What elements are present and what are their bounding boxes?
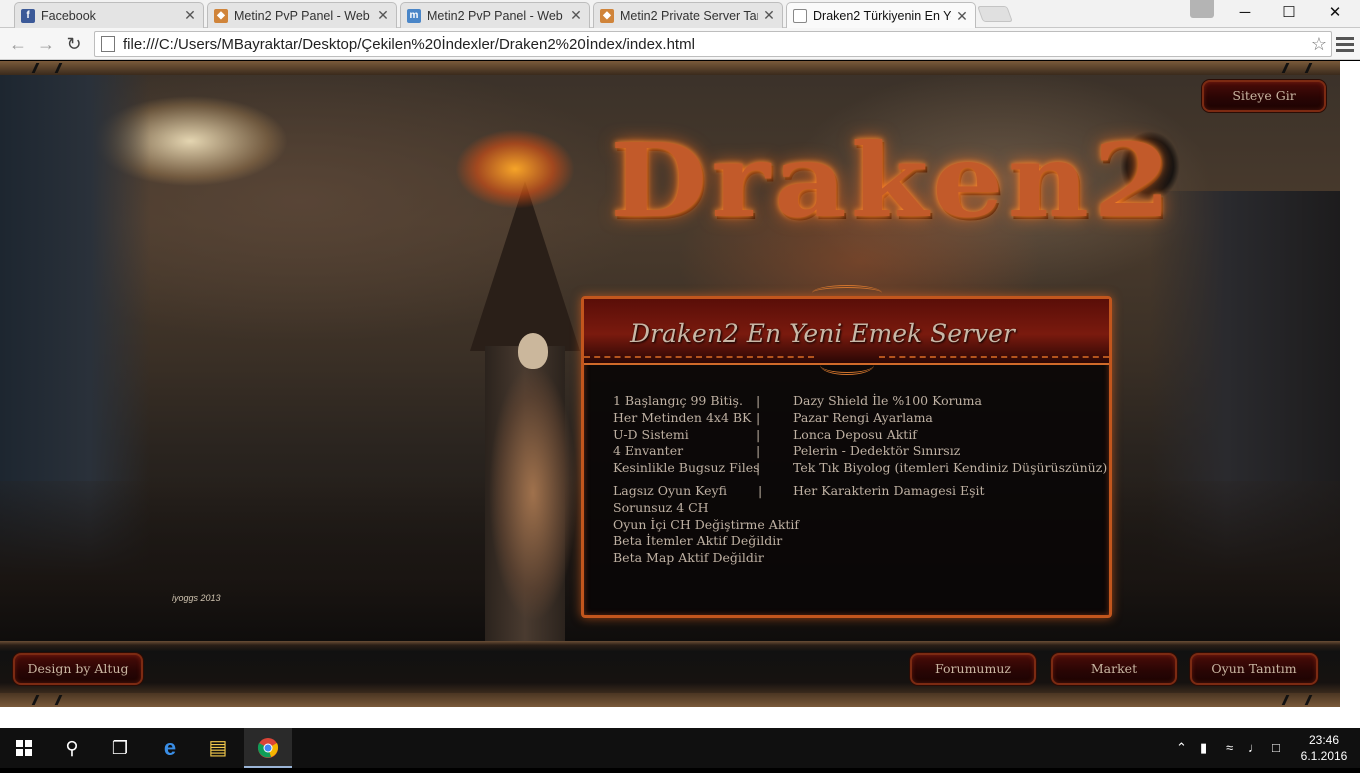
start-button[interactable]: [0, 728, 48, 768]
tab-title: Metin2 PvP Panel - Web: [234, 8, 370, 23]
page-icon: [793, 9, 807, 23]
phoenix-image: [455, 129, 575, 209]
back-button[interactable]: ←: [6, 32, 30, 56]
feature-item: Pazar Rengi Ayarlama: [793, 410, 933, 425]
feature-item: Beta Map Aktif Değildir: [613, 550, 764, 565]
panel-header: Draken2 En Yeni Emek Server: [584, 285, 1109, 375]
info-panel: Draken2 En Yeni Emek Server 1 Başlangıç …: [581, 285, 1112, 618]
panel-ornament: [812, 285, 882, 301]
battery-icon[interactable]: ▮: [1200, 728, 1207, 768]
tab-facebook[interactable]: f Facebook ✕: [14, 2, 204, 28]
separator: |: [756, 427, 761, 442]
clock[interactable]: 23:46 6.1.2016: [1294, 732, 1354, 764]
browser-toolbar: ← → ↻ file:///C:/Users/MBayraktar/Deskto…: [0, 28, 1360, 60]
tab-title: Metin2 PvP Panel - Web | I: [427, 8, 565, 23]
warrior-head-image: [518, 333, 548, 369]
url-input[interactable]: file:///C:/Users/MBayraktar/Desktop/Çeki…: [123, 36, 1307, 53]
page-icon: [101, 36, 115, 52]
market-button[interactable]: Market: [1051, 653, 1177, 685]
feature-item: Tek Tık Biyolog (itemleri Kendiniz Düşür…: [793, 460, 1108, 475]
wifi-icon[interactable]: ≈: [1226, 728, 1233, 768]
feature-item: U-D Sistemi: [613, 427, 689, 442]
tab-title: Facebook: [41, 8, 96, 23]
page-margin: [1340, 61, 1360, 707]
tab-metin2-forum[interactable]: m Metin2 PvP Panel - Web | I ✕: [400, 2, 590, 28]
close-icon[interactable]: ✕: [569, 7, 583, 24]
footer-bar: Design by Altug Forumumuz Market Oyun Ta…: [0, 641, 1340, 693]
file-explorer-icon[interactable]: ▤: [194, 728, 242, 768]
feature-item: Beta İtemler Aktif Değildir: [613, 533, 783, 548]
separator: |: [756, 443, 761, 458]
volume-icon[interactable]: ♩: [1248, 728, 1261, 768]
tab-draken2[interactable]: Draken2 Türkiyenin En Yen ✕: [786, 2, 976, 29]
panel-ornament: [820, 355, 874, 375]
separator: |: [756, 410, 761, 425]
game-intro-button[interactable]: Oyun Tanıtım: [1190, 653, 1318, 685]
metin2-forum-icon: m: [407, 8, 421, 23]
task-view-icon[interactable]: ❐: [96, 728, 144, 768]
forum-button[interactable]: Forumumuz: [910, 653, 1036, 685]
web-page: iyoggs 2013 Draken2 Siteye Gir Draken2 E…: [0, 61, 1340, 707]
panel-title: Draken2 En Yeni Emek Server: [630, 319, 1015, 348]
facebook-icon: f: [21, 8, 35, 23]
top-frame: [0, 61, 1340, 75]
metin2-icon: ◆: [214, 8, 228, 23]
tab-metin2-private[interactable]: ◆ Metin2 Private Server Tanıt ✕: [593, 2, 783, 28]
feature-item: Oyun İçi CH Değiştirme Aktif: [613, 517, 800, 532]
clock-time: 23:46: [1308, 733, 1340, 747]
separator: |: [756, 460, 761, 475]
chrome-icon[interactable]: [244, 728, 292, 768]
notifications-icon[interactable]: □: [1272, 728, 1280, 768]
chrome-menu-icon[interactable]: [1336, 34, 1354, 54]
feature-item: Sorunsuz 4 CH: [613, 500, 709, 515]
chevron-up-icon[interactable]: ⌃: [1176, 728, 1187, 768]
bookmark-star-icon[interactable]: ☆: [1307, 34, 1331, 55]
bottom-frame: [0, 693, 1340, 707]
address-bar[interactable]: file:///C:/Users/MBayraktar/Desktop/Çeki…: [94, 31, 1332, 57]
profile-icon[interactable]: [1190, 0, 1214, 18]
windows-icon: [16, 740, 32, 756]
taskbar: ⚲ ❐ e ▤ ⌃ ▮ ≈ ♩ □ 23:46 6.1.2016: [0, 728, 1360, 768]
feature-item: Dazy Shield İle %100 Koruma: [793, 393, 982, 408]
page-margin: [0, 707, 1360, 728]
metin2-icon: ◆: [600, 8, 614, 23]
feature-item: Her Metinden 4x4 BK: [613, 410, 752, 425]
tab-title: Metin2 Private Server Tanıt: [620, 8, 758, 23]
separator: |: [756, 393, 761, 408]
feature-item: 1 Başlangıç 99 Bitiş.: [613, 393, 743, 408]
artist-signature: iyoggs 2013: [172, 593, 221, 603]
feature-item: Lonca Deposu Aktif: [793, 427, 917, 442]
forward-button[interactable]: →: [34, 32, 58, 56]
search-icon[interactable]: ⚲: [48, 728, 96, 768]
feature-item: Kesinlikle Bugsuz Files: [613, 460, 760, 475]
close-icon[interactable]: ✕: [376, 7, 390, 24]
enter-site-button[interactable]: Siteye Gir: [1202, 80, 1326, 112]
design-credit-button[interactable]: Design by Altug: [13, 653, 143, 685]
warrior-image: [478, 333, 588, 653]
feature-item: 4 Envanter: [613, 443, 684, 458]
feature-item: Lagsız Oyun Keyfi: [613, 483, 727, 498]
close-icon[interactable]: ✕: [762, 7, 776, 24]
close-window-button[interactable]: ✕: [1312, 0, 1358, 26]
tab-title: Draken2 Türkiyenin En Yen: [813, 9, 951, 23]
minimize-button[interactable]: ─: [1222, 0, 1268, 26]
separator: |: [758, 483, 763, 498]
close-icon[interactable]: ✕: [955, 8, 969, 25]
tab-strip: f Facebook ✕ ◆ Metin2 PvP Panel - Web ✕ …: [0, 0, 1360, 29]
close-icon[interactable]: ✕: [183, 7, 197, 24]
maximize-button[interactable]: ☐: [1266, 0, 1312, 26]
edge-icon[interactable]: e: [146, 728, 194, 768]
feature-item: Pelerin - Dedektör Sınırsız: [793, 443, 961, 458]
tab-metin2-panel[interactable]: ◆ Metin2 PvP Panel - Web ✕: [207, 2, 397, 28]
reload-button[interactable]: ↻: [62, 32, 86, 56]
feature-item: Her Karakterin Damagesi Eşit: [793, 483, 985, 498]
clock-date: 6.1.2016: [1300, 749, 1348, 763]
new-tab-button[interactable]: [977, 6, 1013, 22]
draken2-logo: Draken2: [610, 122, 1175, 241]
